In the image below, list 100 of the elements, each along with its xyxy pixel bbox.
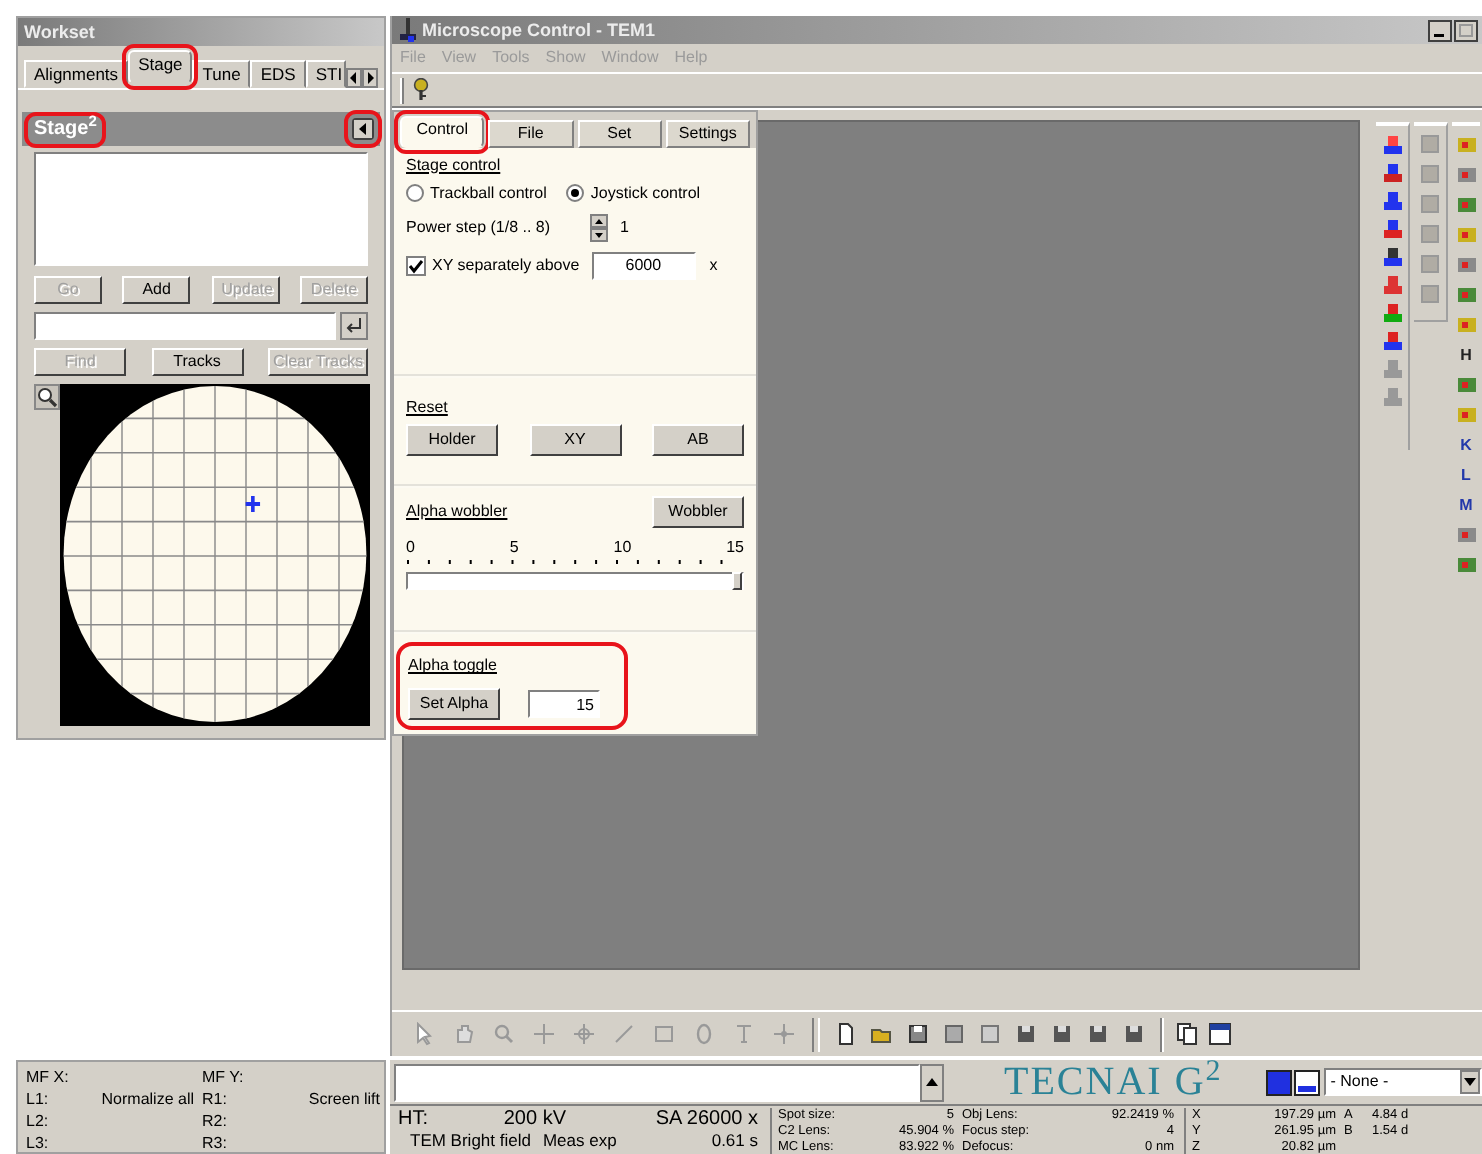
dropdown[interactable]: - None - <box>1324 1068 1482 1096</box>
tool-icon[interactable] <box>1455 194 1477 216</box>
tab[interactable]: Set <box>577 120 662 148</box>
tab[interactable]: Alignments <box>24 59 129 88</box>
button[interactable]: Wobbler <box>652 495 744 528</box>
field-label: R2: <box>202 1110 229 1132</box>
tab[interactable]: Control <box>400 116 485 148</box>
field-label: L2: <box>26 1110 51 1132</box>
tab[interactable]: Stage <box>128 49 193 84</box>
instrument-icon[interactable] <box>1381 162 1403 184</box>
radio-label: Joystick control <box>590 184 701 204</box>
instrument-icon[interactable] <box>1381 190 1403 212</box>
tool-icon[interactable] <box>1455 164 1477 186</box>
scroll-right-icon[interactable] <box>362 68 379 88</box>
tool-button[interactable]: K <box>1460 434 1472 456</box>
button[interactable]: Add <box>122 276 191 304</box>
button[interactable]: Holder <box>406 424 498 457</box>
button[interactable]: XY <box>529 424 621 457</box>
button[interactable]: AB <box>652 424 744 457</box>
tool-icon[interactable] <box>1455 284 1477 306</box>
radio-button[interactable] <box>566 184 585 203</box>
field-label: Power step (1/8 .. 8) <box>406 217 553 238</box>
section-heading: Reset <box>406 397 450 417</box>
tab[interactable]: STI <box>305 59 347 88</box>
input-field[interactable]: 15 <box>528 690 600 719</box>
tool-button[interactable]: L <box>1461 464 1471 486</box>
tool-icon[interactable] <box>1455 314 1477 336</box>
tool-button[interactable]: H <box>1460 344 1472 366</box>
tool-icon[interactable] <box>1455 254 1477 276</box>
pointer-icon[interactable] <box>412 1022 436 1046</box>
input-field[interactable] <box>394 1063 920 1101</box>
scroll-left-icon[interactable] <box>346 68 363 88</box>
brand-logo: TECNAI G$^{2}$ <box>1004 1062 1223 1102</box>
save-icon[interactable] <box>1122 1022 1146 1046</box>
key-icon[interactable] <box>412 78 430 102</box>
maximize-icon[interactable] <box>1454 19 1478 41</box>
save-icon[interactable] <box>1050 1022 1074 1046</box>
checkbox-label: XY separately above <box>432 255 580 276</box>
readout-text: 200 kV <box>501 1108 566 1130</box>
readout-text: SA 26000 x <box>655 1108 760 1130</box>
field-label: MF X: <box>26 1066 71 1088</box>
field-label: R1: <box>202 1088 229 1110</box>
panel-title: Stage$^{2}$ <box>30 117 101 141</box>
enter-button[interactable] <box>340 312 368 340</box>
instrument-icon[interactable] <box>1381 330 1403 352</box>
instrument-icon[interactable] <box>1381 134 1403 156</box>
tick-label: 0 <box>406 537 415 557</box>
window-title: Workset <box>24 21 95 43</box>
save-icon[interactable] <box>1014 1022 1038 1046</box>
window-icon[interactable] <box>1208 1022 1232 1046</box>
spinner-control[interactable] <box>590 213 608 242</box>
tick-label: 5 <box>509 537 519 557</box>
minimize-icon[interactable] <box>1428 19 1452 41</box>
instrument-icon[interactable] <box>1381 246 1403 268</box>
view-mode-icon[interactable] <box>1266 1069 1323 1095</box>
readout-text: Meas exp <box>542 1130 617 1152</box>
copy-icon[interactable] <box>1176 1022 1200 1046</box>
button[interactable]: Set Alpha <box>408 688 500 721</box>
section-heading: Alpha wobbler <box>406 501 508 522</box>
section-heading: Stage control <box>406 155 503 175</box>
tab[interactable]: File <box>488 120 573 148</box>
tool-button[interactable]: M <box>1459 494 1473 516</box>
input-field[interactable]: 6000 <box>591 251 696 280</box>
tool-icon[interactable] <box>1455 224 1477 246</box>
save-icon[interactable] <box>1086 1022 1110 1046</box>
field-label: MF Y: <box>202 1066 246 1088</box>
tool-icon[interactable] <box>1455 524 1477 546</box>
stage-grid-drawing[interactable] <box>60 384 370 726</box>
window-title: Microscope Control - TEM1 <box>422 19 658 41</box>
tool-icon[interactable] <box>1455 404 1477 426</box>
radio-button[interactable] <box>406 184 424 203</box>
readout-text: HT: <box>398 1108 430 1130</box>
instrument-icon[interactable] <box>1381 218 1403 240</box>
radio-label: Trackball control <box>430 184 547 204</box>
tab[interactable]: Tune <box>192 59 251 88</box>
new-file-icon[interactable] <box>834 1022 858 1046</box>
readout-text: TEM Bright field <box>410 1130 531 1152</box>
input-field[interactable] <box>34 312 336 340</box>
field-label: L1: <box>26 1088 51 1110</box>
readout-text: 0.61 s <box>711 1130 760 1152</box>
tool-icon[interactable] <box>1455 374 1477 396</box>
slider-thumb[interactable] <box>732 572 742 591</box>
field-value: Screen lift <box>306 1088 380 1110</box>
zoom-icon[interactable] <box>34 384 60 410</box>
spinner-value: 1 <box>620 217 629 238</box>
button[interactable]: Tracks <box>151 348 243 376</box>
unit-label: x <box>709 255 718 276</box>
tick-label: 15 <box>726 537 744 557</box>
field-label: L3: <box>26 1132 51 1154</box>
tool-icon[interactable] <box>1455 554 1477 576</box>
tab[interactable]: EDS <box>250 59 306 88</box>
tick-label: 10 <box>613 537 632 557</box>
field-value: Normalize all <box>99 1088 196 1110</box>
field-label: R3: <box>202 1132 229 1154</box>
tab[interactable]: Settings <box>665 120 750 148</box>
checkbox[interactable] <box>406 255 426 276</box>
scroll-up-icon[interactable] <box>920 1063 944 1101</box>
section-heading: Alpha toggle <box>408 656 499 677</box>
tool-icon[interactable] <box>1455 134 1477 156</box>
microscope-icon <box>398 18 418 42</box>
